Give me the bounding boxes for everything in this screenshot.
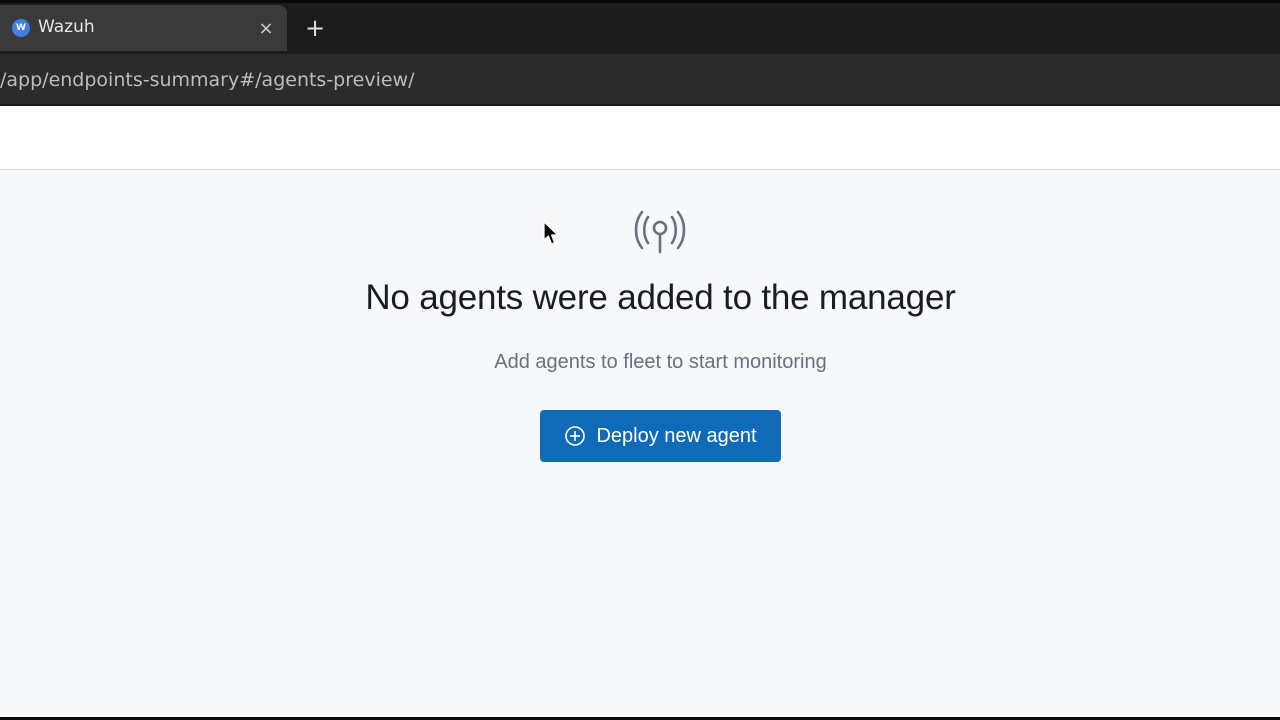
empty-state-title: No agents were added to the manager xyxy=(365,278,956,317)
antenna-broadcast-icon xyxy=(634,210,686,254)
new-tab-icon[interactable]: + xyxy=(302,16,328,42)
address-bar[interactable]: /app/endpoints-summary#/agents-preview/ xyxy=(0,54,1280,106)
tab-title: Wazuh xyxy=(38,17,95,37)
browser-tab-wazuh[interactable]: W Wazuh × xyxy=(0,5,287,51)
empty-state-subtitle: Add agents to fleet to start monitoring xyxy=(494,351,827,373)
plus-in-circle-icon xyxy=(565,426,586,446)
mouse-cursor-icon xyxy=(543,221,559,245)
wazuh-favicon-icon: W xyxy=(12,19,30,37)
page-header-bar xyxy=(0,106,1280,170)
deploy-new-agent-button[interactable]: Deploy new agent xyxy=(540,410,781,462)
deploy-button-label: Deploy new agent xyxy=(596,424,757,447)
page-content: No agents were added to the manager Add … xyxy=(0,106,1280,717)
browser-tab-strip: W Wazuh × + xyxy=(0,0,1280,54)
close-tab-icon[interactable]: × xyxy=(255,18,277,40)
address-url[interactable]: /app/endpoints-summary#/agents-preview/ xyxy=(0,69,414,91)
